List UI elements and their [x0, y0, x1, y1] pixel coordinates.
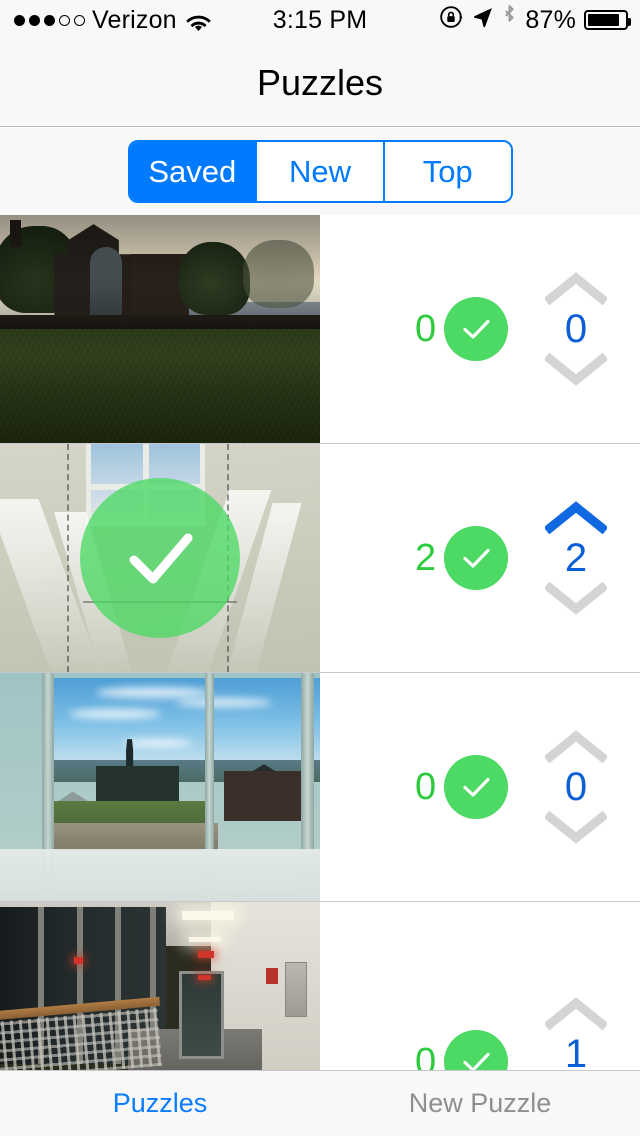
- table-row[interactable]: 0 0: [0, 215, 640, 444]
- filter-segmented-control[interactable]: Saved New Top: [127, 140, 513, 203]
- campus-window-view-thumbnail[interactable]: [0, 673, 320, 901]
- location-arrow-icon: [471, 5, 494, 35]
- vote-stepper[interactable]: 1: [536, 996, 616, 1070]
- window-light-shafts-thumbnail[interactable]: [0, 444, 320, 672]
- vote-count: 2: [564, 536, 588, 580]
- solve-group: 0: [415, 755, 509, 819]
- rotation-lock-icon: [439, 5, 463, 36]
- status-bar-right: 87%: [439, 4, 631, 36]
- segment-new[interactable]: New: [257, 142, 385, 201]
- solve-group: 0: [415, 1030, 509, 1070]
- solve-count: 0: [415, 766, 437, 808]
- bluetooth-icon: [502, 4, 517, 36]
- vote-count: 1: [564, 1032, 588, 1070]
- downvote-chevron-icon[interactable]: [543, 581, 609, 616]
- navigation-bar: Puzzles: [0, 40, 640, 127]
- vote-stepper[interactable]: 2: [536, 500, 616, 616]
- upvote-chevron-icon[interactable]: [543, 500, 609, 535]
- selected-check-overlay-icon: [80, 478, 240, 638]
- vote-stepper[interactable]: 0: [536, 729, 616, 845]
- check-circle-icon[interactable]: [444, 526, 509, 590]
- battery-percent-label: 87%: [525, 5, 576, 34]
- vote-count: 0: [564, 307, 588, 351]
- corridor-night-thumbnail[interactable]: [0, 902, 320, 1070]
- segmented-control-container: Saved New Top: [0, 128, 640, 215]
- tab-bar: Puzzles New Puzzle: [0, 1070, 640, 1136]
- solve-count: 0: [415, 1041, 437, 1070]
- upvote-chevron-icon[interactable]: [543, 729, 609, 764]
- table-row[interactable]: 2 2: [0, 444, 640, 673]
- row-controls: 0 0: [320, 673, 640, 901]
- table-row[interactable]: 0 0: [0, 673, 640, 902]
- downvote-chevron-icon[interactable]: [543, 810, 609, 845]
- downvote-chevron-icon[interactable]: [543, 352, 609, 387]
- puzzle-list[interactable]: 0 0 2 2 0 0 0 1: [0, 215, 640, 1070]
- upvote-chevron-icon[interactable]: [543, 271, 609, 306]
- solve-count: 0: [415, 308, 437, 350]
- check-circle-icon[interactable]: [444, 1030, 509, 1070]
- segment-top[interactable]: Top: [384, 142, 511, 201]
- chapel-lawn-dusk-thumbnail[interactable]: [0, 215, 320, 443]
- row-controls: 2 2: [320, 444, 640, 672]
- page-title: Puzzles: [256, 62, 384, 103]
- tab-puzzles[interactable]: Puzzles: [0, 1071, 320, 1136]
- solve-group: 0: [415, 297, 509, 361]
- upvote-chevron-icon[interactable]: [543, 996, 609, 1031]
- battery-icon: [584, 10, 631, 30]
- tab-new-puzzle[interactable]: New Puzzle: [320, 1071, 640, 1136]
- row-controls: 0 0: [320, 215, 640, 443]
- row-controls: 0 1: [320, 902, 640, 1070]
- status-bar: Verizon 3:15 PM 87%: [0, 0, 640, 40]
- vote-count: 0: [564, 765, 588, 809]
- solve-count: 2: [415, 537, 437, 579]
- vote-stepper[interactable]: 0: [536, 271, 616, 387]
- check-circle-icon[interactable]: [444, 755, 509, 819]
- solve-group: 2: [415, 526, 509, 590]
- check-circle-icon[interactable]: [444, 297, 509, 361]
- table-row[interactable]: 0 1: [0, 902, 640, 1070]
- segment-saved[interactable]: Saved: [129, 142, 258, 201]
